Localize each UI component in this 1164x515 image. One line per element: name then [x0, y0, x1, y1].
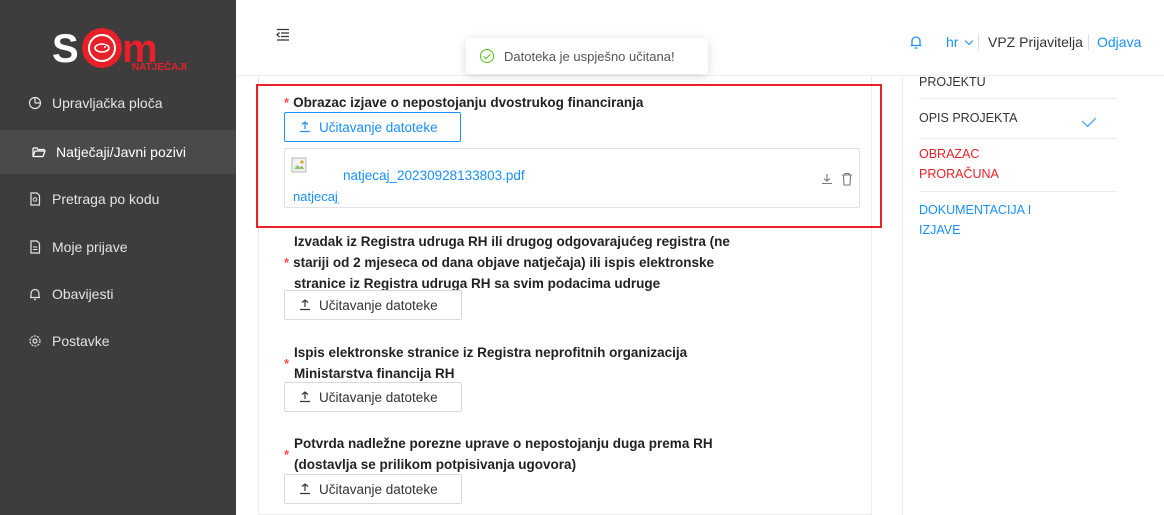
upload-button[interactable]: Učitavanje datoteke [284, 474, 462, 504]
dashboard-icon [28, 96, 42, 110]
document-label: Izvadak iz Registra udruga RH ili drugog… [284, 234, 730, 291]
upload-button[interactable]: Učitavanje datoteke [284, 382, 462, 412]
file-search-icon [28, 192, 42, 206]
step-obrazac-proracuna[interactable]: OBRAZAC PRORAČUNA [919, 144, 999, 184]
checkmark-icon [1081, 112, 1097, 128]
step-dokumentacija[interactable]: DOKUMENTACIJA I IZJAVE [919, 200, 1031, 240]
sidebar: S m NATJEČAJI Upravljačka ploča Natječaj… [0, 0, 236, 515]
required-marker: * [284, 255, 290, 270]
sidebar-item-label: Pretraga po kodu [52, 191, 160, 207]
menu-fold-icon[interactable] [276, 28, 290, 42]
sidebar-item-label: Obavijesti [52, 286, 114, 302]
header-divider [1088, 34, 1089, 50]
step-projektu[interactable]: PROJEKTU [919, 72, 986, 92]
som-logo[interactable]: S m NATJEČAJI [50, 20, 192, 74]
sidebar-item-dashboard[interactable]: Upravljačka ploča [0, 81, 236, 125]
top-bar: hr VPZ Prijavitelja Odjava Datoteka je u… [236, 0, 1164, 76]
upload-icon [300, 483, 310, 495]
upload-icon [300, 299, 310, 311]
step-divider [919, 191, 1117, 192]
header-divider [978, 34, 979, 50]
svg-text:S: S [52, 27, 79, 71]
sidebar-item-pretraga[interactable]: Pretraga po kodu [0, 177, 236, 221]
notification-bell-icon[interactable] [909, 34, 923, 50]
sidebar-item-label: Upravljačka ploča [52, 95, 163, 111]
upload-button-label: Učitavanje datoteke [319, 481, 438, 497]
upload-button[interactable]: Učitavanje datoteke [284, 290, 462, 320]
upload-icon [300, 391, 310, 403]
sidebar-item-moje-prijave[interactable]: Moje prijave [0, 225, 236, 269]
file-text-icon [28, 240, 42, 254]
step-divider [919, 98, 1117, 99]
user-name: VPZ Prijavitelja [988, 34, 1083, 50]
language-selector[interactable]: hr [946, 34, 974, 50]
sidebar-item-label: Natječaji/Javni pozivi [56, 144, 186, 160]
logout-link[interactable]: Odjava [1097, 34, 1141, 50]
toast-message: Datoteka je uspješno učitana! [504, 48, 675, 64]
sidebar-item-natjecaji[interactable]: Natječaji/Javni pozivi [0, 130, 236, 174]
gear-icon [28, 334, 42, 348]
required-marker: * [284, 447, 290, 462]
upload-button-label: Učitavanje datoteke [319, 297, 438, 313]
success-toast: Datoteka je uspješno učitana! [466, 38, 708, 74]
sidebar-item-label: Postavke [52, 333, 110, 349]
required-marker: * [284, 356, 290, 371]
chevron-down-icon [965, 36, 974, 46]
sidebar-item-obavijesti[interactable]: Obavijesti [0, 272, 236, 316]
logo-subtitle: NATJEČAJI [132, 60, 187, 73]
language-value: hr [946, 34, 959, 50]
sidebar-item-label: Moje prijave [52, 239, 128, 255]
folder-open-icon [32, 145, 46, 159]
sidebar-item-postavke[interactable]: Postavke [0, 319, 236, 363]
document-label: Potvrda nadležne porezne uprave o nepost… [284, 436, 713, 472]
step-divider [919, 138, 1117, 139]
document-label: Ispis elektronske stranice iz Registra n… [284, 345, 688, 381]
check-circle-icon [480, 49, 494, 63]
step-opis-projekta[interactable]: OPIS PROJEKTA [919, 108, 1017, 128]
steps-panel: PROJEKTU OPIS PROJEKTA OBRAZAC PRORAČUNA… [902, 75, 1164, 515]
upload-button-label: Učitavanje datoteke [319, 389, 438, 405]
highlight-box [256, 84, 882, 228]
bell-icon [28, 287, 42, 301]
